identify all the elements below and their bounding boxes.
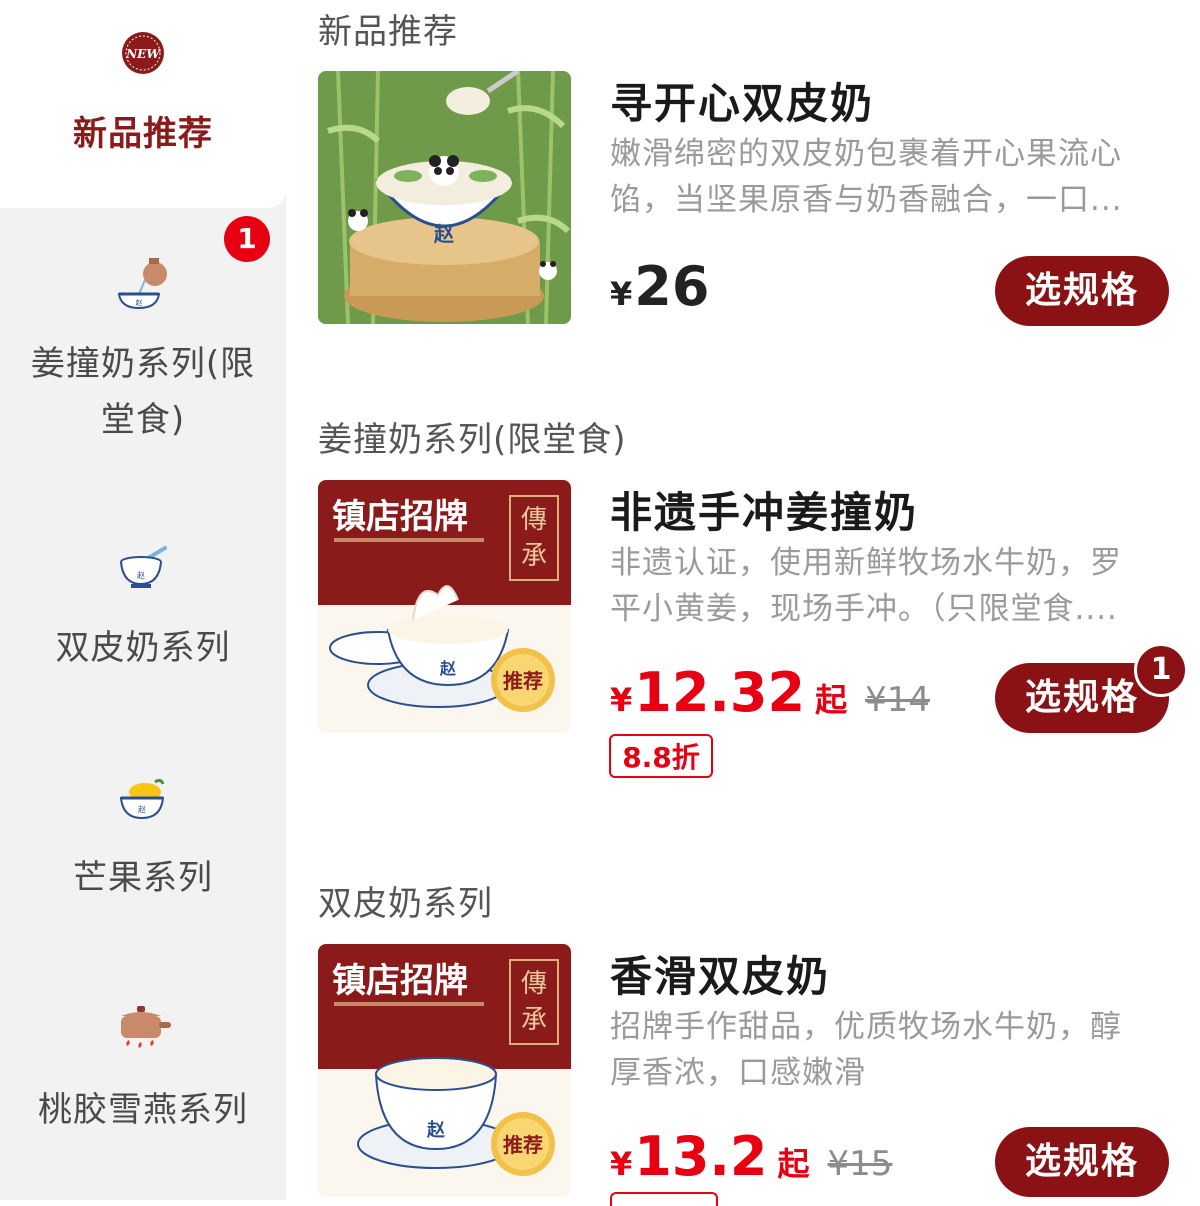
- bowl-spoon-icon: 赵: [120, 546, 167, 588]
- product-name[interactable]: 香滑双皮奶: [610, 943, 830, 1004]
- price-row: ¥ 13.2 起 ¥15: [610, 1125, 892, 1188]
- sidebar-item-label: 芒果系列: [73, 858, 213, 898]
- svg-text:赵: 赵: [138, 804, 146, 814]
- sidebar-item-label: 新品推荐: [73, 114, 213, 154]
- seal-char-1: 傳: [521, 969, 547, 999]
- currency-symbol: ¥: [610, 275, 633, 313]
- svg-text:赵: 赵: [136, 298, 143, 307]
- category-sidebar: NEW 新品推荐 赵 姜撞奶系列(限 堂食) 1 赵 双皮奶系列 赵 芒果系列 …: [0, 0, 286, 1200]
- sidebar-item-new[interactable]: NEW 新品推荐: [0, 0, 286, 208]
- select-spec-button[interactable]: 选规格: [995, 1127, 1169, 1197]
- sidebar-item-label-line1: 姜撞奶系列(限: [30, 344, 256, 384]
- product-name[interactable]: 寻开心双皮奶: [610, 70, 874, 131]
- stew-pot-icon: [121, 1006, 171, 1048]
- description-line: 厚香浓，口感嫩滑: [610, 1055, 866, 1091]
- mango-bowl-icon: 赵: [119, 778, 165, 820]
- recommend-tag: 推荐: [503, 669, 543, 693]
- pouring-milk-bowl-icon: 赵: [117, 258, 167, 310]
- sidebar-item-peach-gum[interactable]: 桃胶雪燕系列: [0, 996, 286, 1146]
- description-line: 馅，当坚果原香与奶香融合，一口...: [610, 182, 1123, 218]
- product-description: 招牌手作甜品，优质牧场水牛奶，醇 厚香浓，口感嫩滑: [610, 1004, 1170, 1096]
- new-badge-icon: NEW: [122, 32, 164, 74]
- signature-dish-poster-image: 傳 承 镇店招牌 赵 推荐: [318, 480, 571, 733]
- sidebar-item-ginger-milk[interactable]: 赵 姜撞奶系列(限 堂食): [0, 240, 286, 450]
- seal-char-2: 承: [521, 541, 547, 571]
- price-from-suffix: 起: [815, 681, 848, 719]
- section-title: 姜撞奶系列(限堂食): [318, 420, 627, 460]
- poster-headline: 镇店招牌: [332, 497, 468, 537]
- section-title: 新品推荐: [318, 12, 458, 52]
- sidebar-item-label: 桃胶雪燕系列: [38, 1090, 248, 1130]
- sidebar-item-mango[interactable]: 赵 芒果系列: [0, 766, 286, 916]
- section-title: 双皮奶系列: [318, 884, 493, 924]
- original-price: ¥14: [865, 680, 930, 720]
- currency-symbol: ¥: [610, 1145, 633, 1183]
- category-count-badge: 1: [224, 216, 270, 262]
- description-line: 招牌手作甜品，优质牧场水牛奶，醇: [610, 1009, 1122, 1045]
- select-spec-button[interactable]: 选规格: [995, 256, 1169, 326]
- product-name[interactable]: 非遗手冲姜撞奶: [610, 479, 918, 540]
- price-value: 13.2: [634, 1125, 768, 1188]
- svg-text:赵: 赵: [439, 659, 457, 678]
- product-description: 嫩滑绵密的双皮奶包裹着开心果流心 馅，当坚果原香与奶香融合，一口...: [610, 131, 1170, 223]
- description-line: 非遗认证，使用新鲜牧场水牛奶，罗: [610, 545, 1122, 581]
- price-value: 26: [634, 255, 710, 318]
- svg-text:赵: 赵: [426, 1119, 446, 1141]
- svg-text:赵: 赵: [433, 222, 455, 246]
- description-line: 嫩滑绵密的双皮奶包裹着开心果流心: [610, 136, 1122, 172]
- product-image[interactable]: 傳 承 镇店招牌 赵 推荐: [318, 944, 571, 1197]
- price-row: ¥ 12.32 起 ¥14: [610, 661, 930, 724]
- svg-text:NEW: NEW: [125, 47, 161, 61]
- cart-count-badge: 1: [1134, 643, 1188, 697]
- price-from-suffix: 起: [777, 1145, 810, 1183]
- sidebar-item-double-skin-milk[interactable]: 赵 双皮奶系列: [0, 530, 286, 680]
- currency-symbol: ¥: [610, 681, 633, 719]
- sidebar-item-label-line2: 堂食): [100, 400, 186, 440]
- product-image[interactable]: 傳 承 镇店招牌 赵 推荐: [318, 480, 571, 733]
- discount-tag-partial: [610, 1192, 718, 1206]
- original-price: ¥15: [827, 1144, 893, 1184]
- poster-headline: 镇店招牌: [332, 961, 468, 1001]
- price-row: ¥ 26: [610, 255, 709, 318]
- recommend-tag: 推荐: [503, 1133, 543, 1157]
- product-description: 非遗认证，使用新鲜牧场水牛奶，罗 平小黄姜，现场手冲。（只限堂食....: [610, 540, 1170, 632]
- panda-double-skin-milk-photo: 赵: [318, 71, 571, 324]
- discount-tag: 8.8折: [609, 734, 713, 778]
- seal-char-1: 傳: [521, 505, 547, 535]
- description-line: 平小黄姜，现场手冲。（只限堂食....: [610, 591, 1118, 627]
- seal-char-2: 承: [521, 1005, 547, 1035]
- svg-text:赵: 赵: [137, 570, 145, 580]
- price-value: 12.32: [634, 661, 806, 724]
- signature-dish-poster-image: 傳 承 镇店招牌 赵 推荐: [318, 944, 571, 1197]
- sidebar-item-label: 双皮奶系列: [55, 628, 231, 668]
- product-image[interactable]: 赵: [318, 71, 571, 324]
